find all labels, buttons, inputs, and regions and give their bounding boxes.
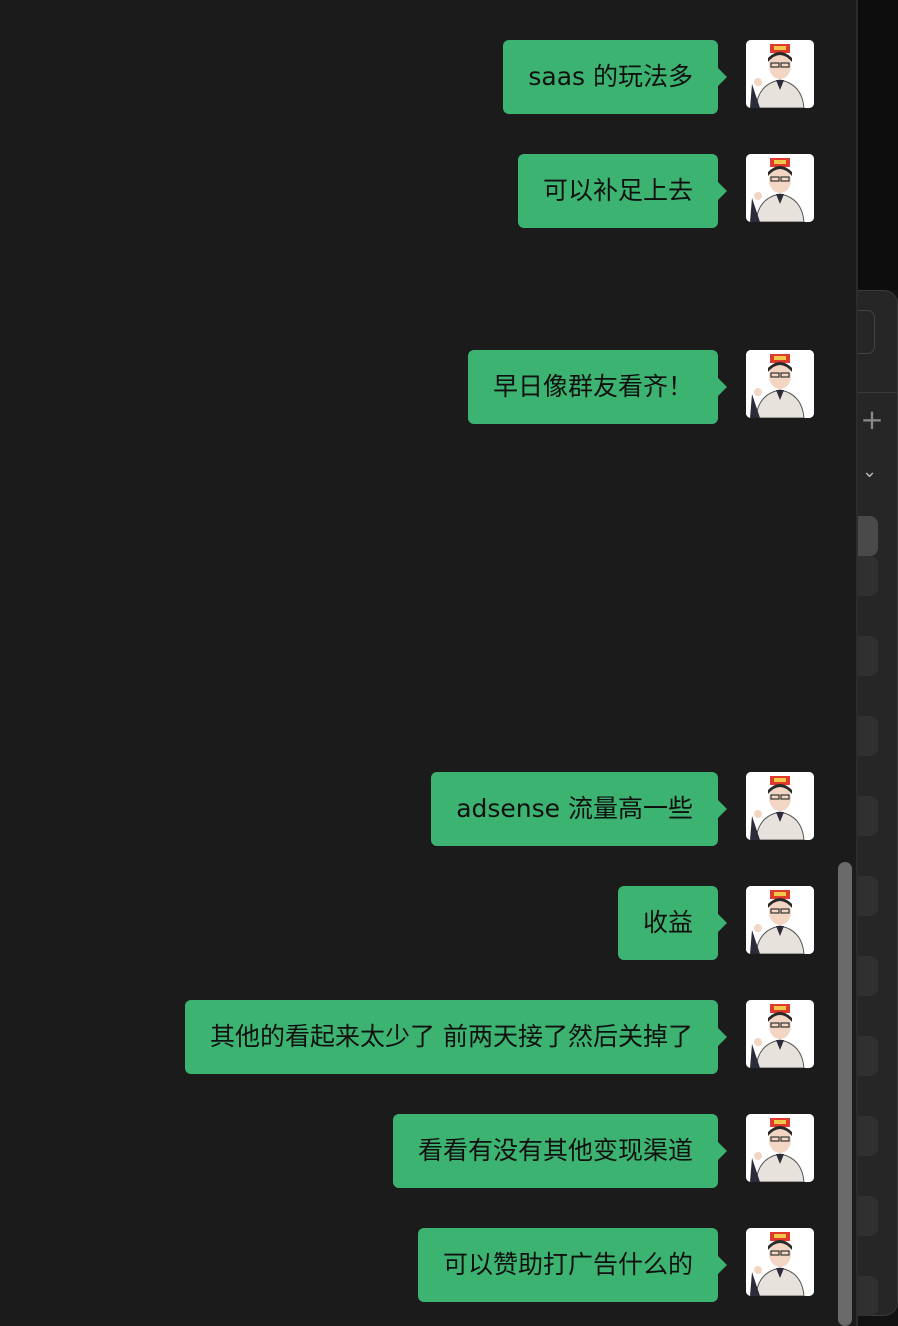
message-row: 看看有没有其他变现渠道 — [392, 1114, 814, 1188]
scrollbar-thumb[interactable] — [838, 862, 852, 1326]
side-panel-item[interactable] — [858, 876, 878, 916]
side-panel: + ⌄ — [856, 0, 898, 1326]
message-bubble[interactable]: 收益 — [617, 886, 728, 960]
message-row: saas 的玩法多 — [503, 40, 814, 114]
avatar-cartoon-icon — [746, 154, 814, 222]
divider — [858, 392, 898, 393]
avatar-cartoon-icon — [746, 1114, 814, 1182]
avatar-cartoon-icon — [746, 1228, 814, 1296]
message-row: 收益 — [617, 886, 814, 960]
message-bubble[interactable]: 早日像群友看齐！ — [467, 350, 728, 424]
side-panel-header — [858, 0, 898, 290]
message-bubble[interactable]: 看看有没有其他变现渠道 — [392, 1114, 728, 1188]
message-bubble[interactable]: adsense 流量高一些 — [431, 772, 727, 846]
chevron-down-icon[interactable]: ⌄ — [862, 462, 882, 482]
side-panel-item[interactable] — [858, 956, 878, 996]
side-panel-item[interactable] — [858, 1116, 878, 1156]
avatar[interactable] — [746, 40, 814, 108]
plus-icon[interactable]: + — [860, 406, 884, 434]
avatar[interactable] — [746, 154, 814, 222]
side-panel-item[interactable] — [858, 796, 878, 836]
message-bubble[interactable]: 可以赞助打广告什么的 — [417, 1228, 728, 1302]
avatar[interactable] — [746, 886, 814, 954]
side-panel-item[interactable] — [858, 1276, 878, 1316]
message-bubble[interactable]: 可以补足上去 — [517, 154, 728, 228]
avatar-cartoon-icon — [746, 886, 814, 954]
avatar[interactable] — [746, 1228, 814, 1296]
message-bubble[interactable]: 其他的看起来太少了 前两天接了然后关掉了 — [185, 1000, 727, 1074]
message-row: adsense 流量高一些 — [431, 772, 814, 846]
chat-message-list[interactable]: saas 的玩法多 可以补足上去 早日像群友看齐！ adsense 流量高一些 … — [0, 0, 856, 1326]
avatar-cartoon-icon — [746, 350, 814, 418]
avatar-cartoon-icon — [746, 772, 814, 840]
side-panel-item[interactable] — [858, 516, 878, 556]
message-row: 可以赞助打广告什么的 — [417, 1228, 814, 1302]
message-row: 可以补足上去 — [517, 154, 814, 228]
side-panel-item[interactable] — [858, 636, 878, 676]
avatar[interactable] — [746, 350, 814, 418]
avatar-cartoon-icon — [746, 40, 814, 108]
avatar[interactable] — [746, 772, 814, 840]
message-row: 其他的看起来太少了 前两天接了然后关掉了 — [185, 1000, 814, 1074]
message-row: 早日像群友看齐！ — [467, 350, 814, 424]
side-panel-item[interactable] — [858, 1196, 878, 1236]
side-panel-item[interactable] — [858, 1036, 878, 1076]
message-bubble[interactable]: saas 的玩法多 — [503, 40, 727, 114]
avatar-cartoon-icon — [746, 1000, 814, 1068]
side-panel-search-field[interactable] — [858, 310, 875, 354]
side-panel-item[interactable] — [858, 716, 878, 756]
avatar[interactable] — [746, 1000, 814, 1068]
side-panel-item[interactable] — [858, 556, 878, 596]
avatar[interactable] — [746, 1114, 814, 1182]
